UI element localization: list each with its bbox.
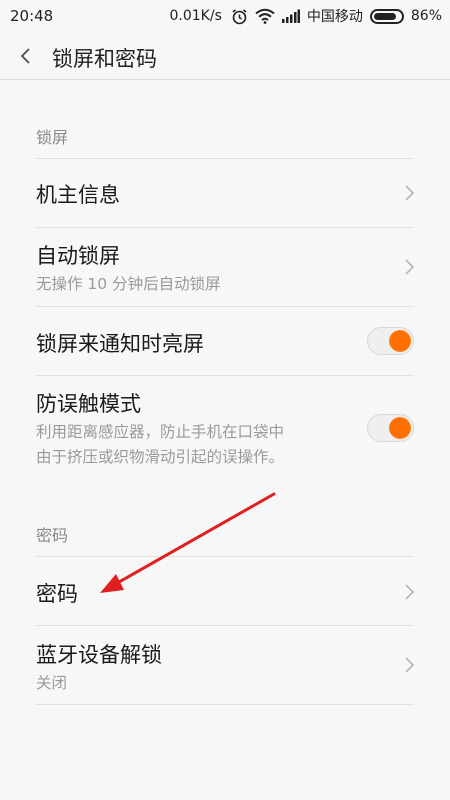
notify-wake-toggle[interactable]: [367, 327, 414, 355]
pocket-mode-title: 防误触模式: [36, 392, 141, 416]
owner-info-item[interactable]: 机主信息: [0, 159, 450, 226]
battery-icon: [369, 8, 404, 24]
section-title-password: 密码: [36, 526, 69, 545]
section-title-lock: 锁屏: [36, 128, 69, 147]
pocket-mode-subtitle-line1: 利用距离感应器，防止手机在口袋中: [36, 423, 285, 441]
chevron-right-icon: [405, 657, 415, 673]
signal-icon: [281, 9, 300, 23]
title-bar: 锁屏和密码: [0, 33, 450, 80]
chevron-left-icon: [20, 48, 30, 64]
page-title: 锁屏和密码: [52, 47, 157, 71]
back-button[interactable]: [12, 41, 42, 71]
network-speed: 0.01K/s: [169, 8, 222, 24]
owner-info-title: 机主信息: [36, 183, 120, 207]
status-time: 20:48: [10, 7, 54, 25]
notify-wake-item[interactable]: 锁屏来通知时亮屏: [0, 307, 450, 375]
password-title: 密码: [36, 582, 78, 606]
bluetooth-unlock-item[interactable]: 蓝牙设备解锁 关闭: [0, 626, 450, 704]
notify-wake-title: 锁屏来通知时亮屏: [36, 332, 204, 356]
divider: [36, 704, 414, 705]
pocket-mode-item[interactable]: 防误触模式 利用距离感应器，防止手机在口袋中 由于挤压或织物滑动引起的误操作。: [0, 376, 450, 480]
chevron-right-icon: [405, 185, 415, 201]
battery-percent: 86%: [410, 8, 442, 24]
wifi-icon: [255, 8, 275, 24]
status-bar: 20:48 0.01K/s 中国移动 86%: [0, 0, 450, 33]
pocket-mode-subtitle-line2: 由于挤压或织物滑动引起的误操作。: [36, 448, 285, 466]
auto-lock-subtitle: 无操作 10 分钟后自动锁屏: [36, 275, 221, 293]
pocket-mode-toggle[interactable]: [367, 414, 414, 442]
status-right-group: 0.01K/s 中国移动 86%: [170, 6, 443, 26]
alarm-icon: [232, 8, 247, 24]
toggle-knob: [390, 331, 410, 351]
bluetooth-unlock-subtitle: 关闭: [36, 674, 68, 692]
toggle-knob: [390, 418, 410, 438]
chevron-right-icon: [405, 259, 415, 275]
battery-fill: [373, 12, 396, 20]
auto-lock-title: 自动锁屏: [36, 244, 120, 268]
password-item[interactable]: 密码: [0, 557, 450, 625]
auto-lock-item[interactable]: 自动锁屏 无操作 10 分钟后自动锁屏: [0, 228, 450, 306]
chevron-right-icon: [405, 584, 415, 600]
bluetooth-unlock-title: 蓝牙设备解锁: [36, 643, 162, 667]
carrier-name: 中国移动: [306, 9, 363, 25]
